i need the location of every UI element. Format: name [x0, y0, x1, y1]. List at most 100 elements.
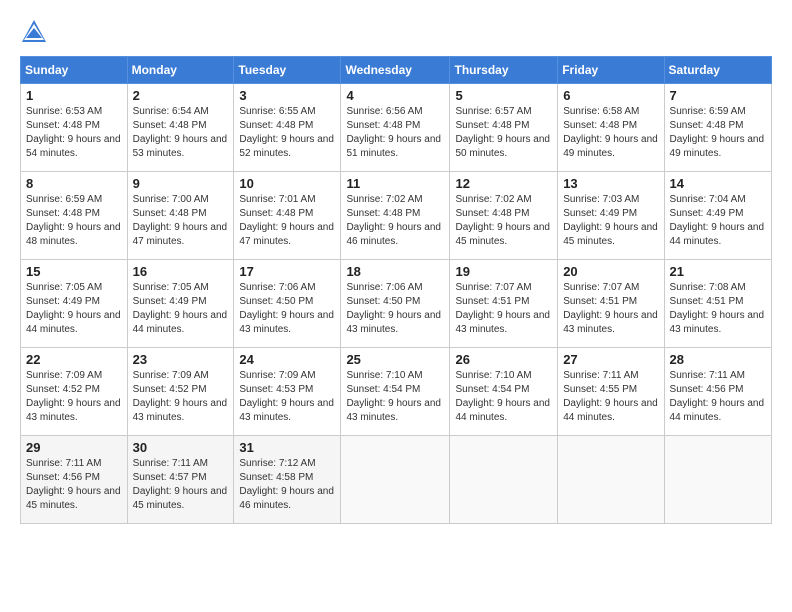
calendar-cell: 16 Sunrise: 7:05 AMSunset: 4:49 PMDayligh…: [127, 260, 234, 348]
weekday-header-monday: Monday: [127, 57, 234, 84]
day-number: 16: [133, 264, 229, 279]
day-number: 17: [239, 264, 335, 279]
day-number: 13: [563, 176, 658, 191]
logo: [20, 18, 52, 46]
day-number: 14: [670, 176, 766, 191]
calendar-cell: 31 Sunrise: 7:12 AMSunset: 4:58 PMDayligh…: [234, 436, 341, 524]
day-info: Sunrise: 7:01 AMSunset: 4:48 PMDaylight:…: [239, 193, 335, 249]
day-info: Sunrise: 7:11 AMSunset: 4:55 PMDaylight:…: [563, 369, 658, 425]
day-info: Sunrise: 7:06 AMSunset: 4:50 PMDaylight:…: [346, 281, 444, 337]
day-info: Sunrise: 7:12 AMSunset: 4:58 PMDaylight:…: [239, 457, 335, 513]
day-number: 19: [455, 264, 552, 279]
day-number: 23: [133, 352, 229, 367]
day-number: 28: [670, 352, 766, 367]
calendar-cell: 30 Sunrise: 7:11 AMSunset: 4:57 PMDayligh…: [127, 436, 234, 524]
day-info: Sunrise: 7:09 AMSunset: 4:52 PMDaylight:…: [133, 369, 229, 425]
day-info: Sunrise: 7:11 AMSunset: 4:57 PMDaylight:…: [133, 457, 229, 513]
page: SundayMondayTuesdayWednesdayThursdayFrid…: [0, 0, 792, 612]
day-number: 3: [239, 88, 335, 103]
day-number: 20: [563, 264, 658, 279]
weekday-header-sunday: Sunday: [21, 57, 128, 84]
day-info: Sunrise: 7:02 AMSunset: 4:48 PMDaylight:…: [455, 193, 552, 249]
calendar-cell: 9Sunrise: 7:00 AMSunset: 4:48 PMDaylight…: [127, 172, 234, 260]
day-info: Sunrise: 7:03 AMSunset: 4:49 PMDaylight:…: [563, 193, 658, 249]
day-number: 22: [26, 352, 122, 367]
calendar-cell: 14 Sunrise: 7:04 AMSunset: 4:49 PMDayligh…: [664, 172, 771, 260]
day-number: 30: [133, 440, 229, 455]
weekday-header-friday: Friday: [558, 57, 664, 84]
calendar-cell: 28 Sunrise: 7:11 AMSunset: 4:56 PMDayligh…: [664, 348, 771, 436]
calendar-cell: 2 Sunrise: 6:54 AMSunset: 4:48 PMDaylight…: [127, 84, 234, 172]
weekday-header-wednesday: Wednesday: [341, 57, 450, 84]
day-info: Sunrise: 6:59 AMSunset: 4:48 PMDaylight:…: [26, 193, 122, 249]
day-number: 27: [563, 352, 658, 367]
day-number: 1: [26, 88, 122, 103]
calendar-week-row: 15 Sunrise: 7:05 AMSunset: 4:49 PMDayligh…: [21, 260, 772, 348]
calendar-cell: 12 Sunrise: 7:02 AMSunset: 4:48 PMDayligh…: [450, 172, 558, 260]
day-info: Sunrise: 7:07 AMSunset: 4:51 PMDaylight:…: [455, 281, 552, 337]
calendar-cell: 7Sunrise: 6:59 AMSunset: 4:48 PMDaylight…: [664, 84, 771, 172]
day-info: Sunrise: 7:02 AMSunset: 4:48 PMDaylight:…: [346, 193, 444, 249]
weekday-header-thursday: Thursday: [450, 57, 558, 84]
day-info: Sunrise: 7:09 AMSunset: 4:53 PMDaylight:…: [239, 369, 335, 425]
day-number: 31: [239, 440, 335, 455]
day-number: 21: [670, 264, 766, 279]
calendar-week-row: 29 Sunrise: 7:11 AMSunset: 4:56 PMDayligh…: [21, 436, 772, 524]
calendar-cell: 15 Sunrise: 7:05 AMSunset: 4:49 PMDayligh…: [21, 260, 128, 348]
calendar-cell: 11 Sunrise: 7:02 AMSunset: 4:48 PMDayligh…: [341, 172, 450, 260]
calendar-table: SundayMondayTuesdayWednesdayThursdayFrid…: [20, 56, 772, 524]
day-number: 10: [239, 176, 335, 191]
calendar-cell: 10 Sunrise: 7:01 AMSunset: 4:48 PMDayligh…: [234, 172, 341, 260]
day-number: 11: [346, 176, 444, 191]
day-info: Sunrise: 7:11 AMSunset: 4:56 PMDaylight:…: [670, 369, 766, 425]
day-number: 12: [455, 176, 552, 191]
logo-icon: [20, 18, 48, 46]
day-info: Sunrise: 6:55 AMSunset: 4:48 PMDaylight:…: [239, 105, 335, 161]
day-info: Sunrise: 7:06 AMSunset: 4:50 PMDaylight:…: [239, 281, 335, 337]
day-info: Sunrise: 6:57 AMSunset: 4:48 PMDaylight:…: [455, 105, 552, 161]
calendar-week-row: 22 Sunrise: 7:09 AMSunset: 4:52 PMDayligh…: [21, 348, 772, 436]
day-number: 2: [133, 88, 229, 103]
calendar-cell: 27 Sunrise: 7:11 AMSunset: 4:55 PMDayligh…: [558, 348, 664, 436]
day-info: Sunrise: 6:58 AMSunset: 4:48 PMDaylight:…: [563, 105, 658, 161]
calendar-cell: [558, 436, 664, 524]
weekday-header-tuesday: Tuesday: [234, 57, 341, 84]
day-info: Sunrise: 7:00 AMSunset: 4:48 PMDaylight:…: [133, 193, 229, 249]
calendar-week-row: 1 Sunrise: 6:53 AMSunset: 4:48 PMDaylight…: [21, 84, 772, 172]
day-info: Sunrise: 7:08 AMSunset: 4:51 PMDaylight:…: [670, 281, 766, 337]
day-info: Sunrise: 7:10 AMSunset: 4:54 PMDaylight:…: [346, 369, 444, 425]
calendar-cell: 13 Sunrise: 7:03 AMSunset: 4:49 PMDayligh…: [558, 172, 664, 260]
calendar-cell: [341, 436, 450, 524]
calendar-week-row: 8 Sunrise: 6:59 AMSunset: 4:48 PMDaylight…: [21, 172, 772, 260]
day-info: Sunrise: 7:10 AMSunset: 4:54 PMDaylight:…: [455, 369, 552, 425]
header: [20, 18, 772, 46]
day-info: Sunrise: 7:04 AMSunset: 4:49 PMDaylight:…: [670, 193, 766, 249]
day-info: Sunrise: 7:05 AMSunset: 4:49 PMDaylight:…: [133, 281, 229, 337]
day-number: 8: [26, 176, 122, 191]
calendar-cell: 18Sunrise: 7:06 AMSunset: 4:50 PMDayligh…: [341, 260, 450, 348]
calendar-cell: [450, 436, 558, 524]
day-number: 15: [26, 264, 122, 279]
day-number: 6: [563, 88, 658, 103]
calendar-cell: [664, 436, 771, 524]
day-info: Sunrise: 6:59 AMSunset: 4:48 PMDaylight:…: [670, 105, 766, 161]
day-number: 4: [346, 88, 444, 103]
day-info: Sunrise: 7:07 AMSunset: 4:51 PMDaylight:…: [563, 281, 658, 337]
calendar-cell: 4 Sunrise: 6:56 AMSunset: 4:48 PMDaylight…: [341, 84, 450, 172]
day-number: 29: [26, 440, 122, 455]
calendar-cell: 25 Sunrise: 7:10 AMSunset: 4:54 PMDayligh…: [341, 348, 450, 436]
day-number: 26: [455, 352, 552, 367]
day-info: Sunrise: 6:53 AMSunset: 4:48 PMDaylight:…: [26, 105, 122, 161]
calendar-cell: 22Sunrise: 7:09 AMSunset: 4:52 PMDayligh…: [21, 348, 128, 436]
day-info: Sunrise: 7:05 AMSunset: 4:49 PMDaylight:…: [26, 281, 122, 337]
day-info: Sunrise: 6:56 AMSunset: 4:48 PMDaylight:…: [346, 105, 444, 161]
day-number: 24: [239, 352, 335, 367]
day-info: Sunrise: 7:11 AMSunset: 4:56 PMDaylight:…: [26, 457, 122, 513]
calendar-cell: 20 Sunrise: 7:07 AMSunset: 4:51 PMDayligh…: [558, 260, 664, 348]
calendar-cell: 17 Sunrise: 7:06 AMSunset: 4:50 PMDayligh…: [234, 260, 341, 348]
calendar-cell: 5Sunrise: 6:57 AMSunset: 4:48 PMDaylight…: [450, 84, 558, 172]
calendar-cell: 1 Sunrise: 6:53 AMSunset: 4:48 PMDaylight…: [21, 84, 128, 172]
day-number: 25: [346, 352, 444, 367]
day-info: Sunrise: 6:54 AMSunset: 4:48 PMDaylight:…: [133, 105, 229, 161]
calendar-cell: 24 Sunrise: 7:09 AMSunset: 4:53 PMDayligh…: [234, 348, 341, 436]
